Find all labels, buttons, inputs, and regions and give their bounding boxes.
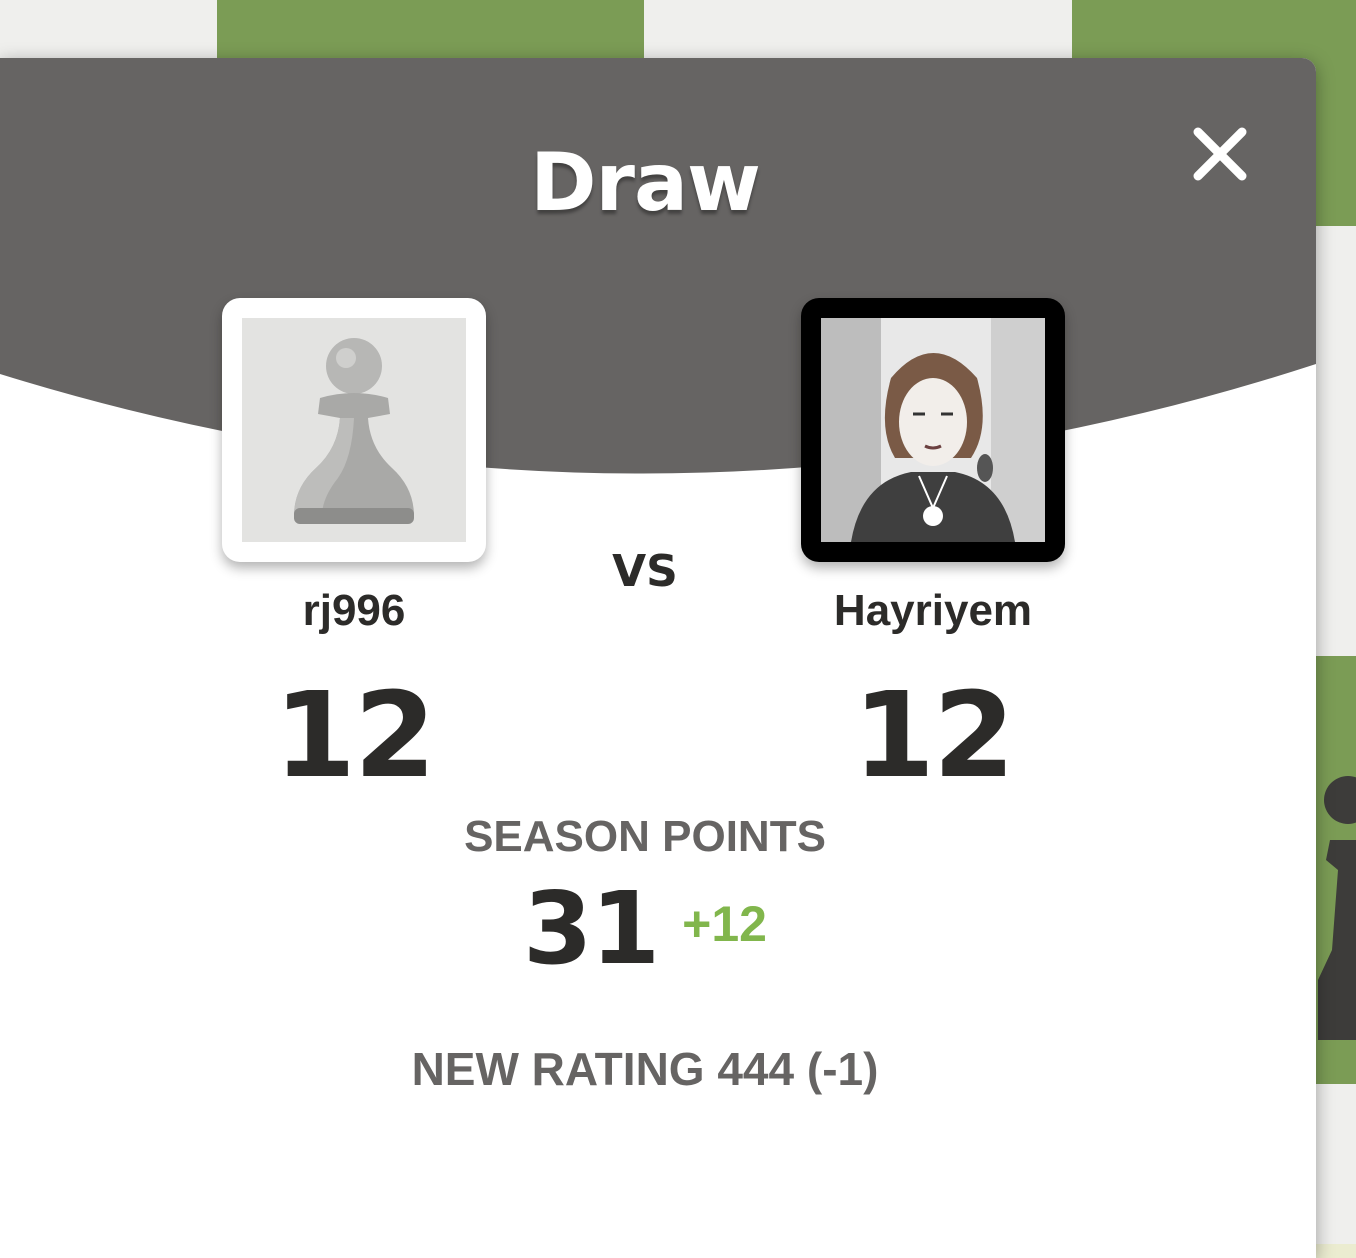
player-username-left[interactable]: rj996 [204, 586, 504, 636]
player-avatar-left[interactable] [222, 298, 486, 562]
season-points-label: SEASON POINTS [464, 812, 826, 861]
player-avatar-right[interactable] [801, 298, 1065, 562]
board-pawn-piece [1318, 776, 1356, 1040]
pawn-icon [294, 338, 414, 524]
season-points-delta: +12 [682, 896, 767, 952]
season-points-value: 31 [523, 870, 660, 987]
new-rating-text: NEW RATING 444 (-1) [411, 1043, 879, 1095]
modal-header-background [0, 58, 1316, 474]
close-icon [1193, 127, 1247, 181]
result-title: Draw [530, 136, 761, 229]
player-score-left: 12 [273, 666, 436, 804]
season-points-row: 31 +12 [0, 870, 1290, 987]
board-square [0, 0, 217, 60]
versus-label: VS [612, 546, 678, 597]
board-square [644, 0, 1072, 60]
game-over-modal: Draw VS rj996 Hayriyem 12 12 SEASON POIN… [0, 58, 1316, 1258]
close-button[interactable] [1188, 122, 1252, 186]
board-square [217, 0, 644, 60]
profile-photo [821, 318, 1045, 542]
player-username-right[interactable]: Hayriyem [783, 586, 1083, 636]
player-score-right: 12 [852, 666, 1015, 804]
